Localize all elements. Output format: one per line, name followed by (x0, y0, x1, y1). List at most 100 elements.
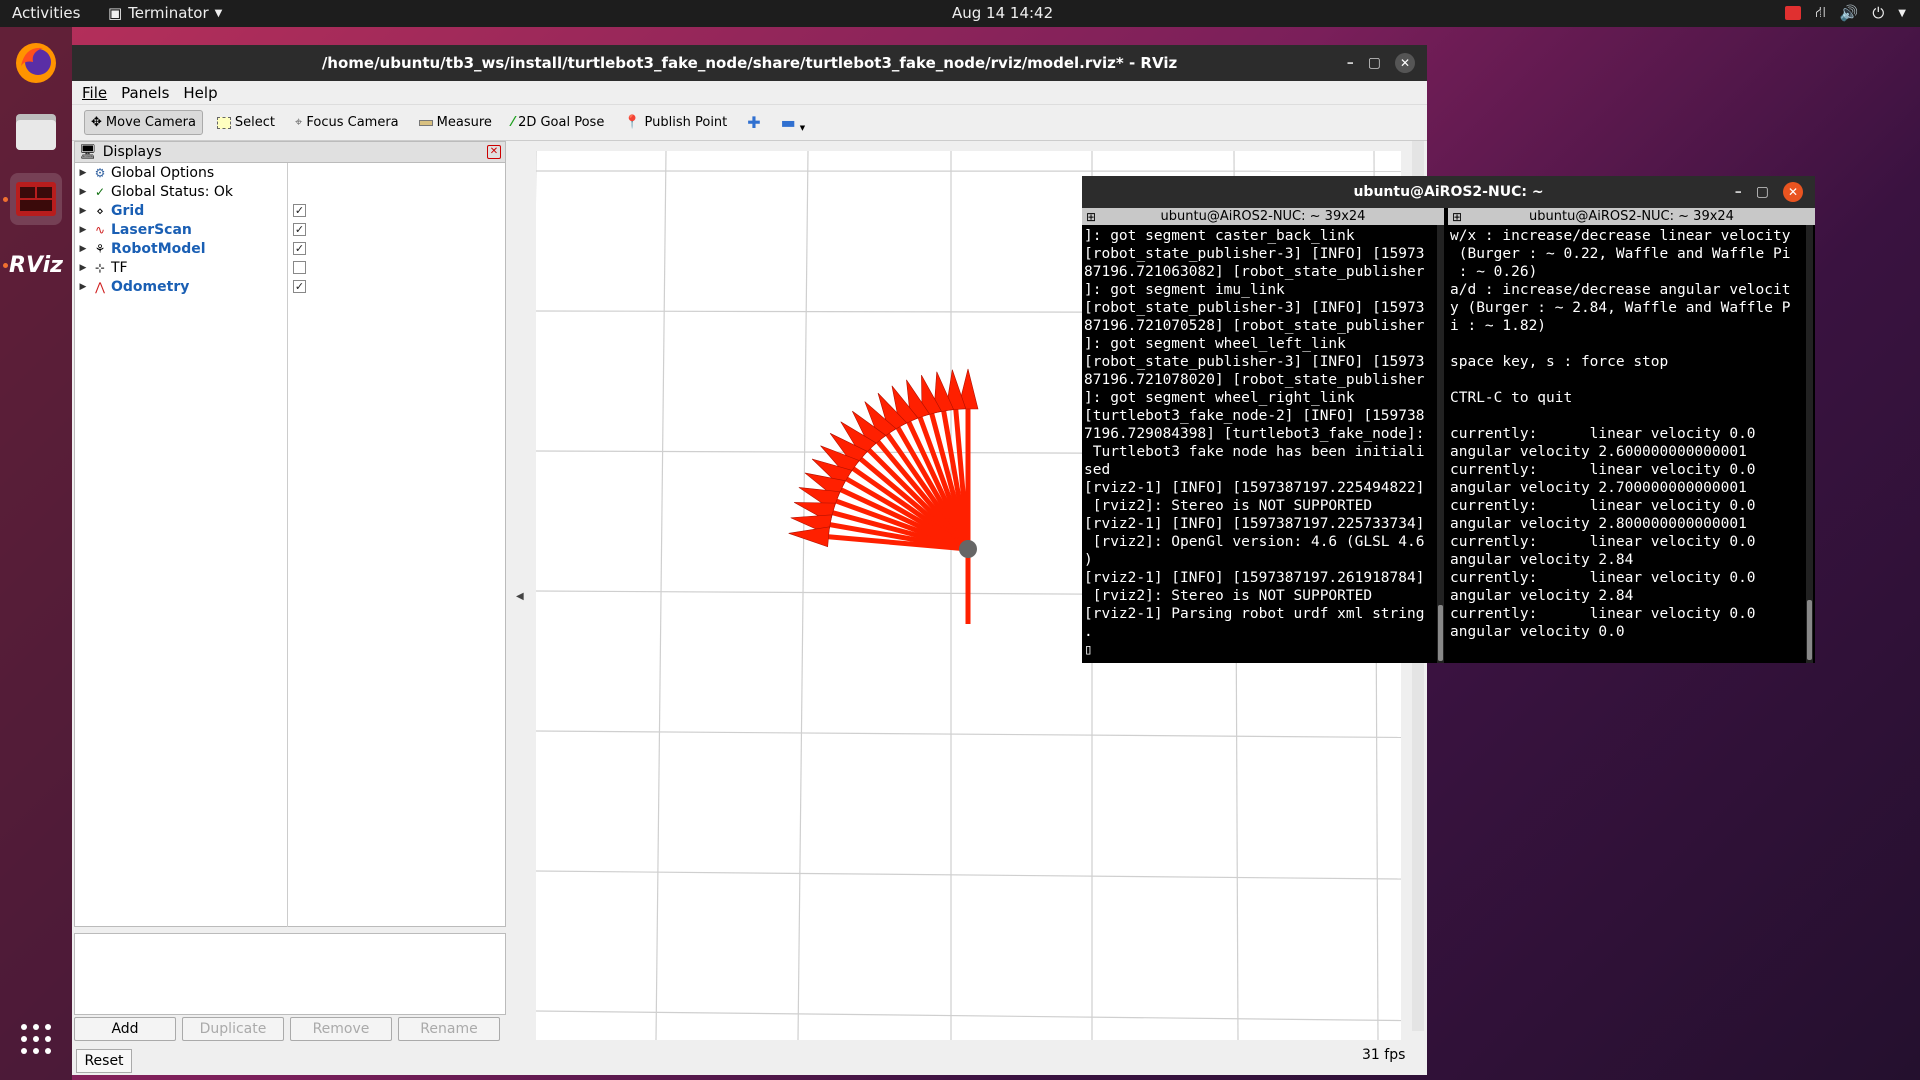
expand-arrow-icon[interactable]: ▶ (75, 244, 91, 254)
grid-icon[interactable]: ⊞ (1452, 209, 1462, 226)
terminal-pane-left[interactable]: ⊞ ubuntu@AiROS2-NUC: ~ 39x24 ]: got segm… (1082, 208, 1444, 663)
terminal-line: [rviz2]: OpenGl version: 4.6 (GLSL 4.6 (1084, 534, 1425, 550)
select-label: Select (234, 115, 276, 130)
network-icon[interactable]: ⛙ (1815, 3, 1826, 23)
expand-arrow-icon[interactable]: ▶ (75, 206, 91, 216)
expand-arrow-icon[interactable]: ▶ (75, 187, 91, 197)
reset-button[interactable]: Reset (76, 1049, 132, 1073)
terminal-line: angular velocity 2.800000000000001 (1450, 516, 1747, 532)
terminal-line: 7196.729084398] [turtlebot3_fake_node]: (1084, 426, 1425, 442)
terminator-icon[interactable] (10, 173, 62, 225)
firefox-icon[interactable] (10, 37, 62, 89)
terminal-line: angular velocity 2.600000000000001 (1450, 444, 1747, 460)
expand-arrow-icon[interactable]: ▶ (75, 225, 91, 235)
rviz-icon-label: RViz (9, 252, 63, 278)
tf-checkbox[interactable] (293, 261, 306, 274)
display-row-global-options[interactable]: ▶ ⚙ Global Options (75, 163, 505, 182)
system-tray[interactable]: ⛙ 🔊 ⏻ ▼ (1785, 3, 1906, 23)
minus-icon: ▬ (780, 113, 796, 132)
rename-button[interactable]: Rename (398, 1017, 500, 1041)
terminator-titlebar[interactable]: ubuntu@AiROS2-NUC: ~ – ▢ ✕ (1082, 176, 1815, 208)
robotmodel-checkbox[interactable]: ✓ (293, 242, 306, 255)
pane-scrollbar[interactable] (1806, 225, 1813, 663)
terminal-line: [rviz2-1] [INFO] [1597387197.261918784] (1084, 570, 1425, 586)
add-tool-button[interactable]: ✚ (741, 109, 766, 136)
close-icon[interactable]: ✕ (1395, 53, 1415, 73)
pane-scrollbar[interactable] (1437, 225, 1444, 663)
terminal-line: [rviz2]: Stereo is NOT SUPPORTED (1084, 588, 1373, 604)
power-icon[interactable]: ⏻ (1872, 4, 1884, 22)
display-row-tf[interactable]: ▶ ⊹ TF (75, 258, 505, 277)
maximize-icon[interactable]: ▢ (1368, 55, 1381, 71)
odometry-arrows (788, 368, 979, 624)
maximize-icon[interactable]: ▢ (1756, 184, 1769, 200)
display-row-odometry[interactable]: ▶ ⋀ Odometry ✓ (75, 277, 505, 296)
display-row-robotmodel[interactable]: ▶ ⚘ RobotModel ✓ (75, 239, 505, 258)
terminal-pane-right[interactable]: ⊞ ubuntu@AiROS2-NUC: ~ 39x24 w/x : incre… (1448, 208, 1815, 663)
chevron-down-icon[interactable]: ▼ (1898, 8, 1906, 19)
terminal-line: [rviz2-1] [INFO] [1597387197.225494822] (1084, 480, 1425, 496)
terminal-output[interactable]: ]: got segment caster_back_link [robot_st… (1082, 225, 1444, 661)
terminal-line: ]: got segment wheel_right_link (1084, 390, 1355, 406)
move-camera-label: Move Camera (105, 115, 196, 130)
menu-help[interactable]: Help (183, 84, 217, 102)
laserscan-checkbox[interactable]: ✓ (293, 223, 306, 236)
display-row-grid[interactable]: ▶ ⋄ Grid ✓ (75, 201, 505, 220)
minimize-icon[interactable]: – (1347, 55, 1354, 71)
remove-button[interactable]: Remove (290, 1017, 392, 1041)
volume-icon[interactable]: 🔊 (1840, 4, 1859, 22)
rviz-icon[interactable]: RViz (9, 239, 63, 291)
odometry-checkbox[interactable]: ✓ (293, 280, 306, 293)
remove-tool-button[interactable]: ▬ ▼ (775, 109, 812, 136)
minimize-icon[interactable]: – (1735, 184, 1742, 200)
expand-arrow-icon[interactable]: ▶ (75, 263, 91, 273)
display-row-global-status[interactable]: ▶ ✓ Global Status: Ok (75, 182, 505, 201)
close-icon[interactable]: ✕ (1783, 182, 1803, 202)
axes-icon: ⊹ (94, 260, 106, 275)
app-menu-label: Terminator (128, 4, 209, 22)
running-indicator (3, 263, 8, 268)
move-icon: ✥ (91, 115, 102, 130)
duplicate-button[interactable]: Duplicate (182, 1017, 284, 1041)
terminal-line: ]: got segment wheel_left_link (1084, 336, 1346, 352)
focus-camera-tool[interactable]: ⌖ Focus Camera (289, 111, 405, 134)
pane-header[interactable]: ⊞ ubuntu@AiROS2-NUC: ~ 39x24 (1082, 208, 1444, 225)
terminal-line: angular velocity 2.700000000000001 (1450, 480, 1747, 496)
terminal-line: Turtlebot3 fake node has been initiali (1084, 444, 1425, 460)
files-icon[interactable] (10, 105, 62, 157)
goal-pose-tool[interactable]: ⁄ 2D Goal Pose (506, 111, 610, 134)
displays-header: 🖥 Displays ✕ (75, 142, 505, 163)
move-camera-tool[interactable]: ✥ Move Camera (84, 110, 203, 135)
terminal-line: currently: linear velocity 0.0 (1450, 426, 1756, 442)
expand-arrow-icon[interactable]: ▶ (75, 282, 91, 292)
activities-button[interactable]: Activities (12, 4, 80, 22)
display-label: Global Options (111, 164, 215, 181)
rviz-titlebar[interactable]: /home/ubuntu/tb3_ws/install/turtlebot3_f… (72, 45, 1427, 81)
terminal-line: angular velocity 2.84 (1450, 588, 1634, 604)
grid-checkbox[interactable]: ✓ (293, 204, 306, 217)
grid-icon[interactable]: ⊞ (1086, 209, 1096, 226)
add-button[interactable]: Add (74, 1017, 176, 1041)
menu-file[interactable]: File (82, 84, 107, 102)
pane-header[interactable]: ⊞ ubuntu@AiROS2-NUC: ~ 39x24 (1448, 208, 1815, 225)
app-menu[interactable]: ▣ Terminator ▼ (108, 4, 222, 22)
display-row-laserscan[interactable]: ▶ ∿ LaserScan ✓ (75, 220, 505, 239)
collapse-panel-icon[interactable]: ◀ (516, 591, 524, 602)
app-grid-icon[interactable] (10, 1013, 62, 1065)
menu-panels[interactable]: Panels (121, 84, 169, 102)
terminal-line: currently: linear velocity 0.0 (1450, 534, 1756, 550)
terminal-line: a/d : increase/decrease angular velocit (1450, 282, 1791, 298)
publish-point-tool[interactable]: 📍 Publish Point (618, 111, 733, 134)
expand-arrow-icon[interactable]: ▶ (75, 168, 91, 178)
measure-tool[interactable]: Measure (413, 111, 498, 134)
terminal-line: currently: linear velocity 0.0 (1450, 606, 1756, 622)
terminal-output[interactable]: w/x : increase/decrease linear velocity … (1448, 225, 1815, 643)
indicator-icon[interactable] (1785, 6, 1802, 20)
terminator-window: ubuntu@AiROS2-NUC: ~ – ▢ ✕ ⊞ ubuntu@AiRO… (1082, 176, 1815, 663)
clock[interactable]: Aug 14 14:42 (952, 4, 1053, 22)
terminal-line: ]: got segment imu_link (1084, 282, 1285, 298)
select-tool[interactable]: Select (211, 111, 281, 134)
close-panel-icon[interactable]: ✕ (487, 145, 501, 159)
